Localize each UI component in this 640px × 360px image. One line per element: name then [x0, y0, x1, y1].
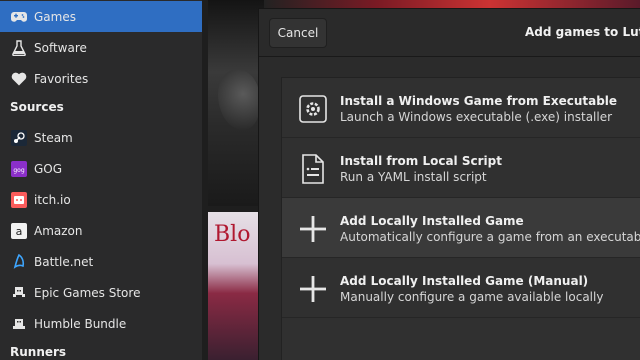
cancel-button[interactable]: Cancel	[269, 18, 327, 48]
option-description: Manually configure a game available loca…	[340, 290, 604, 304]
sidebar-item-favorites[interactable]: Favorites	[0, 63, 202, 94]
sidebar-item-label: Humble Bundle	[34, 316, 127, 331]
option-add-locally-installed-game[interactable]: Add Locally Installed Game Automatically…	[282, 198, 640, 258]
sidebar-item-label: Games	[34, 9, 76, 24]
gamepad-icon	[10, 8, 28, 26]
sidebar-item-label: Epic Games Store	[34, 285, 141, 300]
sidebar-item-label: Software	[34, 40, 87, 55]
heart-icon	[10, 70, 28, 88]
lutris-window: Games Software Favorites Sources Steam g…	[0, 0, 640, 360]
itchio-icon	[10, 191, 28, 209]
sidebar-item-itchio[interactable]: itch.io	[0, 184, 202, 215]
svg-text:a: a	[16, 225, 23, 238]
option-title: Install a Windows Game from Executable	[340, 94, 618, 108]
sidebar-item-humble[interactable]: Humble Bundle	[0, 308, 202, 339]
gear-icon	[298, 94, 328, 124]
battlenet-icon	[10, 253, 28, 271]
cover-art-figure	[218, 70, 260, 130]
gog-icon: gog	[10, 160, 28, 178]
plus-icon	[298, 214, 328, 244]
option-add-locally-installed-game-manual[interactable]: Add Locally Installed Game (Manual) Manu…	[282, 258, 640, 318]
option-install-windows-executable[interactable]: Install a Windows Game from Executable L…	[282, 78, 640, 138]
option-description: Launch a Windows executable (.exe) insta…	[340, 110, 613, 124]
sidebar-item-epic[interactable]: Epic Games Store	[0, 277, 202, 308]
sidebar: Games Software Favorites Sources Steam g…	[0, 0, 202, 360]
epic-icon	[10, 284, 28, 302]
sidebar-item-software[interactable]: Software	[0, 32, 202, 63]
sidebar-item-label: Battle.net	[34, 254, 94, 269]
option-title: Install from Local Script	[340, 154, 502, 168]
sidebar-item-steam[interactable]: Steam	[0, 122, 202, 153]
dialog-title: Add games to Lutris	[525, 25, 640, 39]
option-description: Run a YAML install script	[340, 170, 487, 184]
sidebar-item-battlenet[interactable]: Battle.net	[0, 246, 202, 277]
add-options-list: Install a Windows Game from Executable L…	[281, 77, 640, 360]
sidebar-item-label: Steam	[34, 130, 73, 145]
option-title: Add Locally Installed Game	[340, 214, 524, 228]
option-title: Add Locally Installed Game (Manual)	[340, 274, 589, 288]
sidebar-item-label: GOG	[34, 161, 63, 176]
sidebar-item-games[interactable]: Games	[0, 1, 202, 32]
sources-heading: Sources	[10, 100, 64, 114]
game-cover-dark[interactable]	[208, 0, 264, 206]
sidebar-item-gog[interactable]: gog GOG	[0, 153, 202, 184]
option-description: Automatically configure a game from an e…	[340, 230, 640, 244]
game-cover-bloodstained[interactable]: Blo	[208, 212, 264, 360]
option-install-local-script[interactable]: Install from Local Script Run a YAML ins…	[282, 138, 640, 198]
flask-icon	[10, 39, 28, 57]
steam-icon	[10, 129, 28, 147]
sidebar-item-label: itch.io	[34, 192, 71, 207]
sidebar-item-label: Favorites	[34, 71, 89, 86]
amazon-icon: a	[10, 222, 28, 240]
script-file-icon	[298, 154, 328, 184]
plus-icon	[298, 274, 328, 304]
svg-text:gog: gog	[13, 167, 24, 174]
game-cover-banner[interactable]	[264, 0, 640, 8]
sidebar-item-label: Amazon	[34, 223, 83, 238]
dialog-header: Cancel Add games to Lutris	[259, 9, 640, 57]
humble-icon	[10, 315, 28, 333]
sidebar-item-amazon[interactable]: a Amazon	[0, 215, 202, 246]
add-games-dialog: Cancel Add games to Lutris Install a Win…	[258, 8, 640, 360]
cover-logo: Blo	[214, 222, 251, 247]
runners-heading: Runners	[10, 345, 67, 359]
